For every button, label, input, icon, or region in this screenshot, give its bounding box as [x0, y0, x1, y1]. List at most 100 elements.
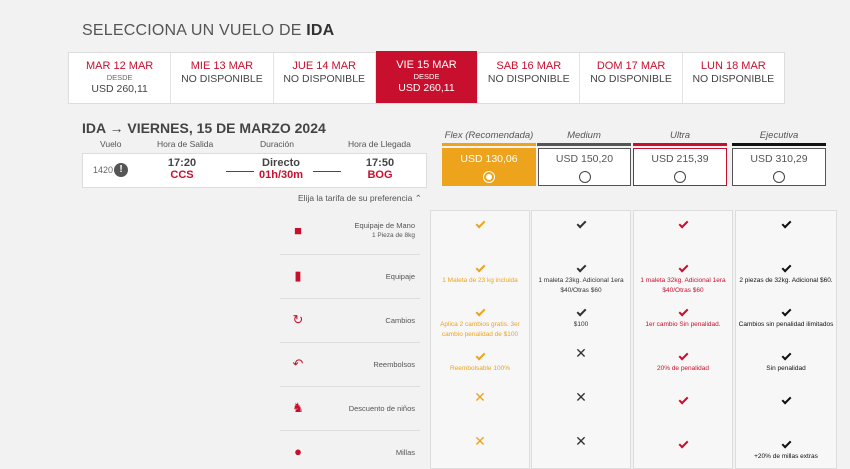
date-price: NO DISPONIBLE: [283, 73, 366, 85]
feature-cell-text: Aplica 2 cambios gratis. 3er cambio pena…: [440, 321, 520, 338]
feature-cell-text: 2 piezas de 32kg. Adicional $60.: [739, 277, 833, 284]
date-desde: DESDE: [413, 72, 440, 81]
miles-icon: ●: [294, 444, 302, 459]
feature-sub: 1 Pieza de 8kg: [371, 232, 415, 239]
date-tab-4[interactable]: SAB 16 MAR NO DISPONIBLE: [478, 53, 581, 103]
header-vuelo: Vuelo: [100, 139, 122, 149]
column-ejecutiva: 2 piezas de 32kg. Adicional $60. Cambios …: [735, 210, 837, 469]
feature-list: ■ Equipaje de Mano 1 Pieza de 8kg ▮ Equipaj…: [280, 210, 420, 469]
date-price: NO DISPONIBLE: [181, 73, 263, 85]
duration-type: Directo: [262, 157, 300, 169]
feature-cell-text: Cambios sin penalidad ilimitados: [738, 321, 834, 328]
check-icon: [475, 306, 485, 317]
check-icon: [576, 218, 586, 229]
check-icon: [678, 306, 688, 317]
date-label: LUN 18 MAR: [700, 60, 766, 72]
feature-row: ■ Equipaje de Mano 1 Pieza de 8kg: [280, 210, 420, 254]
feature-cell-text: 1er cambio Sin penalidad.: [645, 321, 721, 328]
feature-label: Equipaje de Mano 1 Pieza de 8kg: [355, 221, 415, 241]
duration-value: 01h/30m: [258, 169, 304, 181]
date-price: USD 260,11: [91, 83, 148, 95]
fare-header-medium: Medium: [537, 130, 631, 146]
luggage-icon: ▮: [294, 268, 302, 283]
feature-cell: Sin penalidad: [736, 343, 836, 387]
fare-name: Flex (Recomendada): [444, 130, 534, 141]
date-tab-3[interactable]: VIE 15 MAR DESDE USD 260,11: [375, 51, 479, 103]
arrival-time: 17:50: [365, 157, 395, 169]
flight-summary: Vuelo Hora de Salida Duración Hora de Ll…: [82, 138, 427, 188]
radio-button[interactable]: [578, 171, 591, 183]
route-line-left: [226, 171, 254, 172]
fare-bar: [537, 143, 631, 146]
feature-cell: [634, 431, 732, 469]
fare-name: Ejecutiva: [759, 130, 799, 141]
fare-price: USD 150,20: [555, 153, 614, 165]
x-icon: ✕: [575, 389, 587, 405]
feature-label: Descuento de niños: [348, 404, 415, 413]
x-icon: ✕: [474, 433, 486, 449]
feature-cell-text: Sin penalidad: [766, 365, 806, 372]
radio-button[interactable]: [483, 171, 495, 183]
feature-cell: ✕: [532, 343, 630, 387]
date-label: MIE 13 MAR: [190, 60, 254, 72]
feature-cell-text: $100: [573, 321, 589, 328]
date-tab-5[interactable]: DOM 17 MAR NO DISPONIBLE: [580, 53, 683, 103]
toggle-fare-details[interactable]: Elija la tarifa de su preferencia ⌃: [298, 193, 422, 204]
feature-cell-text: 20% de penalidad: [656, 365, 710, 372]
fare-option-ultra[interactable]: USD 215,39: [633, 148, 727, 186]
date-desde: DESDE: [106, 73, 133, 82]
radio-button[interactable]: [674, 171, 686, 183]
feature-name: Equipaje de Mano: [354, 221, 415, 230]
fare-price: USD 310,29: [750, 153, 808, 165]
feature-cell: ✕: [431, 431, 529, 469]
departure: 17:20 CCS: [163, 157, 201, 181]
header-llegada: Hora de Llegada: [348, 139, 411, 149]
fare-header-ultra: Ultra: [633, 130, 727, 146]
date-tab-6[interactable]: LUN 18 MAR NO DISPONIBLE: [683, 53, 784, 103]
feature-row: ↶ Reembolsos: [280, 342, 420, 386]
feature-cell-text: Reembolsable 100%: [450, 365, 510, 372]
flight-title: IDA → VIERNES, 15 DE MARZO 2024: [82, 120, 326, 136]
title-prefix: SELECCIONA UN VUELO DE: [82, 22, 307, 39]
fare-option-ejecutiva[interactable]: USD 310,29: [732, 148, 826, 186]
title-bold: IDA: [306, 22, 335, 39]
feature-cell: [532, 211, 630, 255]
feature-cell: 20% de penalidad: [634, 343, 732, 387]
feature-cell: ✕: [532, 431, 630, 469]
date-selector: MAR 12 MAR DESDE USD 260,11 MIE 13 MAR NO D…: [68, 51, 785, 104]
fare-name: Medium: [567, 130, 601, 141]
feature-cell-text: 1 Maleta de 23 kg incluida: [442, 277, 518, 284]
check-icon: [781, 438, 791, 449]
fare-bar: [442, 143, 536, 146]
check-icon: [678, 218, 688, 229]
fare-option-flex[interactable]: USD 130,06: [442, 148, 536, 186]
refund-icon: ↶: [292, 356, 304, 371]
feature-cell: Cambios sin penalidad ilimitados: [736, 299, 836, 343]
flight-row[interactable]: 1420 ! 17:20 CCS Directo 01h/30m 17:50 B…: [82, 153, 427, 188]
radio-button[interactable]: [773, 171, 785, 183]
feature-cell: 1 Maleta de 23 kg incluida: [431, 255, 529, 299]
child-icon: ♞: [292, 400, 304, 415]
fare-option-medium[interactable]: USD 150,20: [538, 148, 631, 186]
check-icon: [781, 394, 791, 405]
feature-row: ♞ Descuento de niños: [280, 386, 420, 430]
arrival-code: BOG: [367, 169, 393, 181]
feature-row: ● Millas: [280, 430, 420, 469]
date-label: DOM 17 MAR: [596, 60, 666, 72]
alert-icon[interactable]: !: [114, 163, 128, 177]
check-icon: [678, 350, 688, 361]
date-tab-1[interactable]: MIE 13 MAR NO DISPONIBLE: [171, 53, 274, 103]
flight-number: 1420: [93, 165, 114, 175]
fare-price: USD 215,39: [651, 153, 709, 165]
date-tab-0[interactable]: MAR 12 MAR DESDE USD 260,11: [69, 53, 172, 103]
feature-row: ↻ Cambios: [280, 298, 420, 342]
header-duracion: Duración: [260, 139, 295, 149]
header-salida: Hora de Salida: [157, 139, 214, 149]
column-ultra: 1 maleta 32kg. Adicional 1era $40/Otras …: [633, 210, 733, 469]
feature-cell: 2 piezas de 32kg. Adicional $60.: [736, 255, 836, 299]
feature-cell: 1 maleta 32kg. Adicional 1era $40/Otras …: [634, 255, 732, 299]
date-tab-2[interactable]: JUE 14 MAR NO DISPONIBLE: [274, 53, 376, 103]
fare-header-flex: Flex (Recomendada): [442, 130, 536, 146]
arrival: 17:50 BOG: [361, 157, 399, 181]
date-label: VIE 15 MAR: [396, 59, 457, 71]
